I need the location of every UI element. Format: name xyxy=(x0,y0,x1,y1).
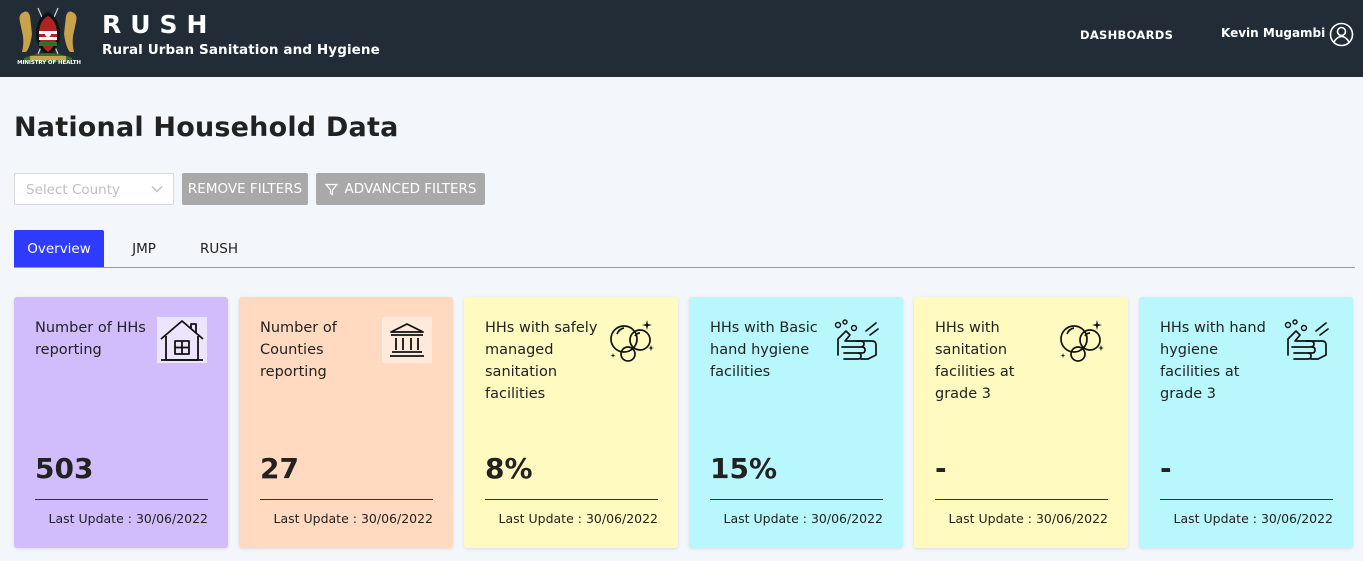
filter-icon xyxy=(324,183,338,196)
brand-title[interactable]: RUSH xyxy=(102,10,216,39)
card-last-update: Last Update :30/06/2022 xyxy=(723,511,883,526)
county-select-placeholder: Select County xyxy=(26,182,121,198)
card-basic-hand-hygiene[interactable]: HHs with Basic hand hygiene facilities 1… xyxy=(689,297,903,548)
card-hhs-reporting[interactable]: Number of HHs reporting 503 Last Update … xyxy=(14,297,228,548)
card-label: HHs with Basic hand hygiene facilities xyxy=(710,320,818,380)
last-update-date: 30/06/2022 xyxy=(135,511,208,526)
hand-washing-icon xyxy=(1282,317,1332,363)
card-divider xyxy=(260,499,433,500)
card-divider xyxy=(35,499,208,500)
card-last-update: Last Update :30/06/2022 xyxy=(273,511,433,526)
last-update-label: Last Update : xyxy=(48,511,132,526)
tabs-divider xyxy=(14,267,1355,268)
user-name[interactable]: Kevin Mugambi xyxy=(1221,26,1325,40)
government-building-icon xyxy=(382,317,432,363)
card-last-update: Last Update :30/06/2022 xyxy=(498,511,658,526)
card-safely-managed-sanitation[interactable]: HHs with safely managed sanitation facil… xyxy=(464,297,678,548)
remove-filters-label: REMOVE FILTERS xyxy=(187,181,303,197)
county-select[interactable]: Select County xyxy=(14,173,174,205)
nav-dashboards-link[interactable]: DASHBOARDS xyxy=(1080,28,1173,42)
last-update-date: 30/06/2022 xyxy=(360,511,433,526)
brand-subtitle: Rural Urban Sanitation and Hygiene xyxy=(102,42,380,58)
card-last-update: Last Update :30/06/2022 xyxy=(1173,511,1333,526)
last-update-label: Last Update : xyxy=(723,511,807,526)
soap-bubbles-icon xyxy=(607,317,657,363)
card-counties-reporting[interactable]: Number of Counties reporting 27 Last Upd… xyxy=(239,297,453,548)
advanced-filters-label: ADVANCED FILTERS xyxy=(344,181,477,197)
last-update-date: 30/06/2022 xyxy=(1260,511,1333,526)
user-account-icon[interactable] xyxy=(1329,22,1354,47)
card-value: - xyxy=(935,452,947,485)
card-divider xyxy=(1160,499,1333,500)
card-value: 8% xyxy=(485,452,533,485)
last-update-label: Last Update : xyxy=(498,511,582,526)
card-divider xyxy=(710,499,883,500)
hand-washing-icon xyxy=(832,317,882,363)
tab-overview-label: Overview xyxy=(27,240,91,257)
logo-caption: MINISTRY OF HEALTH xyxy=(17,60,81,66)
card-label: HHs with sanitation facilities at grade … xyxy=(935,320,1015,402)
advanced-filters-button[interactable]: ADVANCED FILTERS xyxy=(316,173,485,205)
tab-rush-label: RUSH xyxy=(200,240,238,257)
card-last-update: Last Update :30/06/2022 xyxy=(48,511,208,526)
soap-bubbles-icon xyxy=(1057,317,1107,363)
last-update-date: 30/06/2022 xyxy=(585,511,658,526)
card-value: 15% xyxy=(710,452,778,485)
last-update-label: Last Update : xyxy=(1173,511,1257,526)
card-divider xyxy=(935,499,1108,500)
last-update-date: 30/06/2022 xyxy=(1035,511,1108,526)
remove-filters-button[interactable]: REMOVE FILTERS xyxy=(182,173,308,205)
page-title: National Household Data xyxy=(14,112,399,143)
card-hand-hygiene-grade-3[interactable]: HHs with hand hygiene facilities at grad… xyxy=(1139,297,1353,548)
card-label: Number of Counties reporting xyxy=(260,320,337,380)
chevron-down-icon xyxy=(151,186,163,193)
top-navbar: MINISTRY OF HEALTH RUSH Rural Urban Sani… xyxy=(0,0,1363,77)
tab-jmp-label: JMP xyxy=(132,240,156,257)
card-label: HHs with hand hygiene facilities at grad… xyxy=(1160,320,1266,402)
card-sanitation-grade-3[interactable]: HHs with sanitation facilities at grade … xyxy=(914,297,1128,548)
tab-rush[interactable]: RUSH xyxy=(190,230,248,267)
last-update-label: Last Update : xyxy=(948,511,1032,526)
house-icon xyxy=(157,317,207,363)
card-value: - xyxy=(1160,452,1172,485)
last-update-date: 30/06/2022 xyxy=(810,511,883,526)
card-value: 27 xyxy=(260,452,299,485)
card-value: 503 xyxy=(35,452,94,485)
card-last-update: Last Update :30/06/2022 xyxy=(948,511,1108,526)
kenya-coat-of-arms-logo[interactable] xyxy=(14,4,82,68)
tab-overview[interactable]: Overview xyxy=(14,230,104,267)
card-label: HHs with safely managed sanitation facil… xyxy=(485,320,598,402)
last-update-label: Last Update : xyxy=(273,511,357,526)
card-divider xyxy=(485,499,658,500)
tab-jmp[interactable]: JMP xyxy=(118,230,170,267)
card-label: Number of HHs reporting xyxy=(35,320,146,358)
